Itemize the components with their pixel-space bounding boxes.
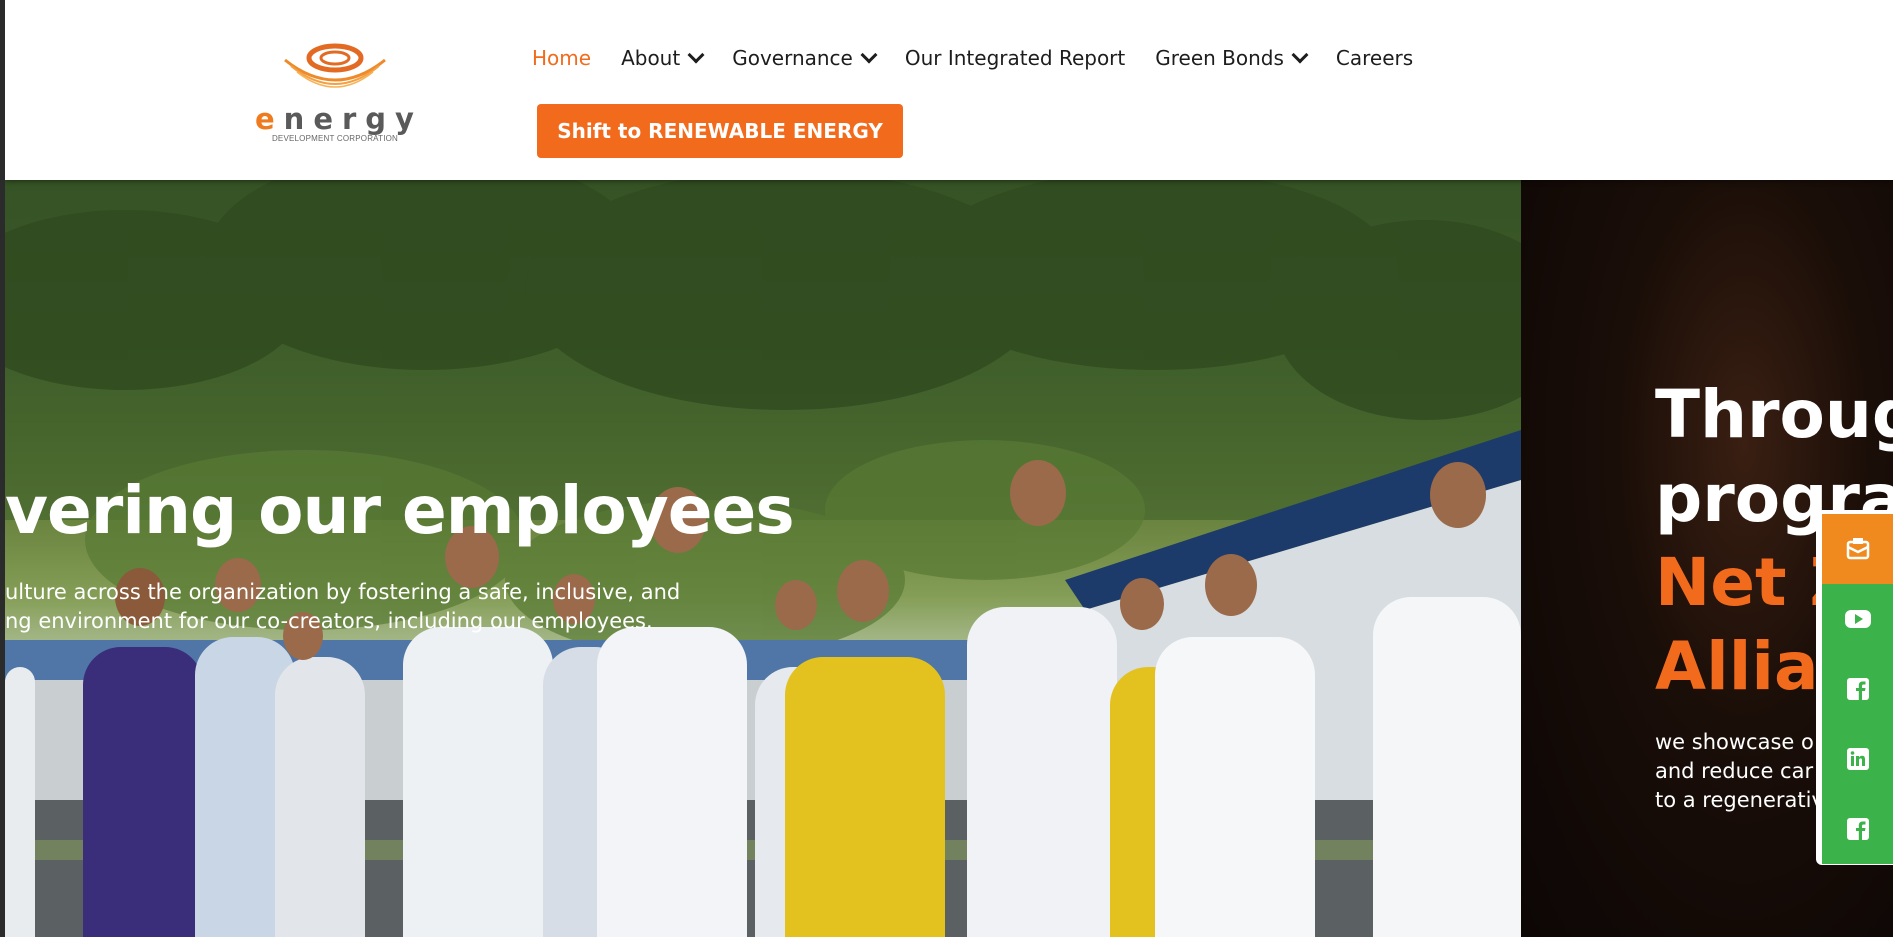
slide2-subtitle: we showcase o and reduce car to a regene… <box>1655 728 1824 815</box>
linkedin-icon <box>1846 748 1869 770</box>
facebook-button-2[interactable] <box>1822 794 1893 864</box>
window-edge <box>0 0 5 937</box>
facebook-button[interactable] <box>1822 654 1893 724</box>
hero-title: vering our employees <box>5 472 795 549</box>
nav-integrated-report[interactable]: Our Integrated Report <box>905 46 1125 70</box>
chevron-down-icon <box>860 46 878 64</box>
slide2-title-line: Throug <box>1655 376 1893 453</box>
newsletter-button[interactable] <box>1822 514 1893 584</box>
slide2-highlight-line: Allia <box>1655 628 1819 705</box>
page: energy DEVELOPMENT CORPORATION Home Abou… <box>0 0 1893 937</box>
chevron-down-icon <box>687 46 705 64</box>
logo-rings-icon <box>284 43 386 88</box>
site-header: energy DEVELOPMENT CORPORATION Home Abou… <box>5 0 1893 180</box>
logo-subtitle: DEVELOPMENT CORPORATION <box>271 134 399 143</box>
slide2-subtitle-line: we showcase o <box>1655 730 1814 754</box>
facebook-icon <box>1846 678 1869 700</box>
youtube-button[interactable] <box>1822 584 1893 654</box>
newsletter-icon <box>1846 538 1869 560</box>
logo-wordmark: energy <box>255 102 423 136</box>
main-nav: Home About Governance Our Integrated Rep… <box>532 46 1443 70</box>
youtube-icon <box>1844 610 1871 628</box>
nav-governance[interactable]: Governance <box>732 46 878 70</box>
nav-careers[interactable]: Careers <box>1336 46 1413 70</box>
chevron-down-icon <box>1291 46 1309 64</box>
hero-subtitle-line: ng environment for our co-creators, incl… <box>5 609 653 633</box>
slide2-subtitle-line: and reduce car <box>1655 759 1814 783</box>
company-logo[interactable]: energy DEVELOPMENT CORPORATION <box>255 36 415 146</box>
nav-home[interactable]: Home <box>532 46 591 70</box>
linkedin-button[interactable] <box>1822 724 1893 794</box>
hero-subtitle-line: ulture across the organization by foster… <box>5 580 681 604</box>
renewable-energy-button[interactable]: Shift to RENEWABLE ENERGY <box>537 104 903 158</box>
nav-green-bonds[interactable]: Green Bonds <box>1155 46 1309 70</box>
hero-slide: vering our employees ulture across the o… <box>5 180 1521 937</box>
slide2-subtitle-line: to a regenerativ <box>1655 788 1824 812</box>
nav-about[interactable]: About <box>621 46 705 70</box>
social-sidebar <box>1816 510 1893 865</box>
facebook-icon <box>1846 818 1869 840</box>
hero-subtitle: ulture across the organization by foster… <box>5 578 705 636</box>
